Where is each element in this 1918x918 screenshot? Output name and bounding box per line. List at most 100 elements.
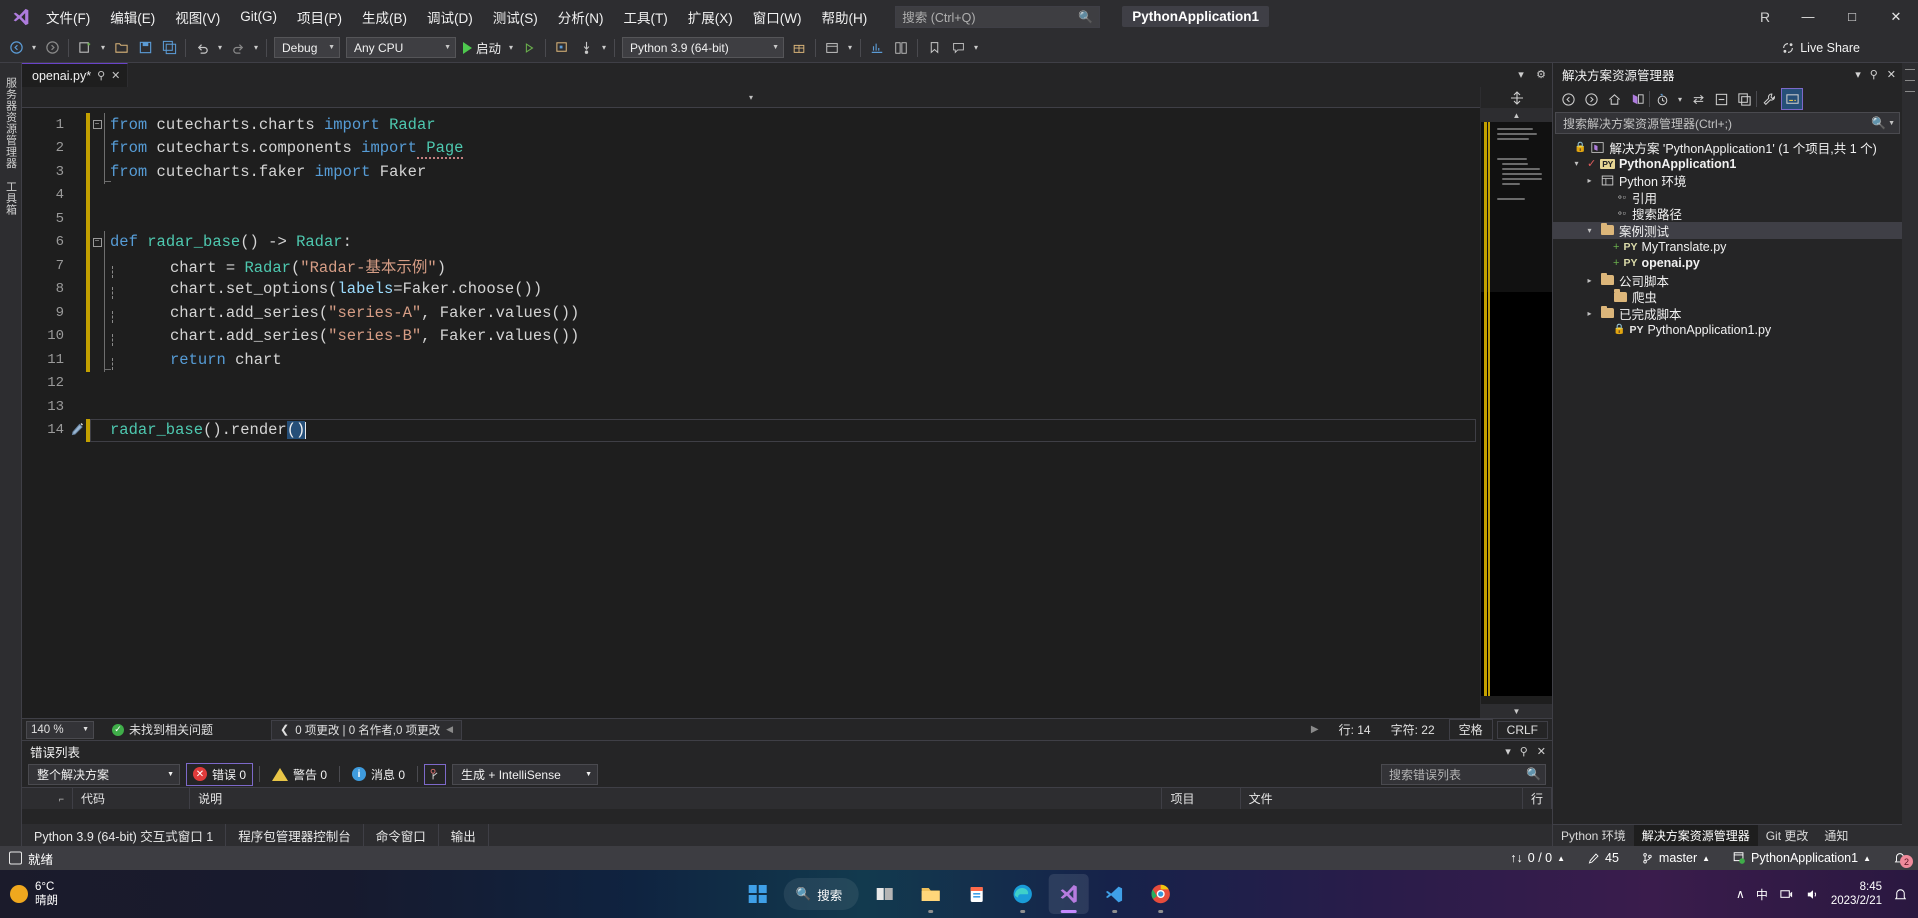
ime-indicator[interactable]: 中 xyxy=(1756,886,1768,903)
error-search-input[interactable]: 搜索错误列表 🔍 xyxy=(1381,763,1546,785)
tab-package-manager-console[interactable]: 程序包管理器控制台 xyxy=(226,824,364,846)
menu-item-window[interactable]: 窗口(W) xyxy=(743,0,812,33)
new-project-dropdown-icon[interactable]: ▾ xyxy=(97,43,109,52)
code-editor[interactable]: ▾ 1− from cutecharts.charts import Radar 2… xyxy=(22,87,1480,718)
menu-item-build[interactable]: 生成(B) xyxy=(352,0,417,33)
preview-selected-items-icon[interactable] xyxy=(1781,88,1803,110)
tab-list-dropdown-icon[interactable]: ▾ xyxy=(1512,65,1530,83)
code-line[interactable]: 11 return chart xyxy=(22,348,1480,372)
codelens-changes[interactable]: ❮ 0 项更改 | 0 名作者,0 项更改 ◀ xyxy=(271,719,463,740)
menu-item-view[interactable]: 视图(V) xyxy=(165,0,230,33)
glyph-margin[interactable] xyxy=(68,325,86,349)
show-all-files-icon[interactable] xyxy=(1733,88,1755,110)
clock[interactable]: 8:45 2023/2/21 xyxy=(1831,880,1882,909)
notification-center-icon[interactable] xyxy=(1893,887,1908,902)
back-dropdown-icon[interactable]: ▾ xyxy=(28,43,40,52)
minimap-scroll-up-icon[interactable]: ▲ xyxy=(1481,108,1552,122)
expander-icon[interactable]: ▾ xyxy=(1583,226,1596,235)
chrome-button[interactable] xyxy=(1140,874,1180,914)
taskbar-search[interactable]: 🔍 搜索 xyxy=(783,878,859,910)
redo-icon[interactable] xyxy=(226,36,250,60)
visual-studio-taskbar-button[interactable] xyxy=(1048,874,1089,914)
tree-node[interactable]: ▸ 公司脚本 xyxy=(1553,272,1902,289)
home-icon[interactable] xyxy=(1603,88,1625,110)
menu-item-tools[interactable]: 工具(T) xyxy=(614,0,678,33)
column-header-severity[interactable]: ⌐ xyxy=(22,788,74,809)
fold-margin[interactable]: − xyxy=(90,237,104,247)
repository[interactable]: PythonApplication1 ▲ xyxy=(1721,851,1882,865)
window-layout-icon[interactable] xyxy=(820,36,844,60)
glyph-margin[interactable] xyxy=(68,137,86,161)
code-text[interactable]: from cutecharts.charts import Radar xyxy=(106,116,436,134)
glyph-margin[interactable] xyxy=(68,348,86,372)
code-line[interactable]: 2 from cutecharts.components import Page xyxy=(22,136,1480,161)
tab-command-window[interactable]: 命令窗口 xyxy=(364,824,439,846)
code-text[interactable]: chart = Radar("Radar-基本示例") xyxy=(106,255,446,278)
issue-status[interactable]: ✓ 未找到相关问题 xyxy=(104,721,221,738)
tray-overflow-icon[interactable]: ∧ xyxy=(1736,887,1745,901)
glyph-margin[interactable] xyxy=(68,395,86,419)
pending-changes-icon[interactable] xyxy=(1651,88,1673,110)
save-all-icon[interactable] xyxy=(157,36,181,60)
glyph-margin[interactable] xyxy=(68,254,86,278)
expander-icon[interactable]: ▾ xyxy=(1570,159,1583,168)
glyph-margin[interactable] xyxy=(68,278,86,302)
tree-node[interactable]: + PY MyTranslate.py xyxy=(1553,239,1902,256)
performance-profiler-icon[interactable] xyxy=(865,36,889,60)
glyph-margin[interactable] xyxy=(68,231,86,255)
tree-node[interactable]: 🔒 解决方案 'PythonApplication1' (1 个项目,共 1 个) xyxy=(1553,139,1902,156)
navigate-backward-icon[interactable] xyxy=(4,36,28,60)
warnings-filter-button[interactable]: 警告 0 xyxy=(266,764,333,785)
code-text[interactable]: chart.set_options(labels=Faker.choose()) xyxy=(106,280,542,300)
solution-view-icon[interactable] xyxy=(1626,88,1648,110)
solution-explorer-search-input[interactable]: 搜索解决方案资源管理器(Ctrl+;) 🔍 ▼ xyxy=(1555,112,1900,134)
minimize-button[interactable]: — xyxy=(1786,0,1830,33)
expander-icon[interactable]: ▸ xyxy=(1583,309,1596,318)
split-dropdown-icon[interactable]: ▾ xyxy=(749,93,753,102)
attach-process-icon[interactable] xyxy=(550,36,574,60)
tree-node[interactable]: ▸ 已完成脚本 xyxy=(1553,305,1902,322)
open-file-icon[interactable] xyxy=(109,36,133,60)
menu-item-file[interactable]: 文件(F) xyxy=(36,0,100,33)
expand-icon[interactable]: ▶ xyxy=(1301,724,1329,735)
python-interpreter-combo[interactable]: Python 3.9 (64-bit) ▼ xyxy=(622,37,785,58)
solution-configuration-combo[interactable]: Debug ▼ xyxy=(274,37,340,58)
step-dropdown-icon[interactable]: ▾ xyxy=(598,43,610,52)
document-tab-openai[interactable]: openai.py* ⚲ ✕ xyxy=(22,63,129,87)
menu-item-git[interactable]: Git(G) xyxy=(230,0,287,33)
line-ending-indicator[interactable]: CRLF xyxy=(1496,720,1548,739)
tab-output[interactable]: 输出 xyxy=(439,824,489,846)
weather-widget[interactable]: 6°C 晴朗 xyxy=(0,880,58,909)
tree-node[interactable]: ▾ ✓ PY PythonApplication1 xyxy=(1553,156,1902,173)
filter-toggle-button[interactable] xyxy=(424,763,447,785)
live-share-button[interactable]: Live Share xyxy=(1781,41,1860,55)
glyph-margin[interactable] xyxy=(68,207,86,231)
back-icon[interactable] xyxy=(1557,88,1579,110)
glyph-margin[interactable] xyxy=(68,301,86,325)
code-line[interactable]: 1 − from cutecharts.charts import Radar xyxy=(22,113,1480,137)
column-header-code[interactable]: 代码 xyxy=(73,788,191,809)
start-button[interactable] xyxy=(738,874,778,914)
dropdown-icon[interactable]: ▾ xyxy=(1505,745,1511,758)
git-branch[interactable]: master ▲ xyxy=(1630,851,1721,865)
code-text[interactable]: chart.add_series("series-A", Faker.value… xyxy=(106,304,579,323)
code-text[interactable]: from cutecharts.components import Page xyxy=(106,139,464,160)
task-view-button[interactable] xyxy=(864,874,904,914)
start-debug-button[interactable]: 启动 xyxy=(459,37,505,59)
pin-icon[interactable]: ⚲ xyxy=(1870,68,1878,81)
minimap[interactable]: ▲ ▼ xyxy=(1480,87,1552,718)
navigate-forward-icon[interactable] xyxy=(40,36,64,60)
properties-wrench-icon[interactable] xyxy=(1758,88,1780,110)
rail-handle-icon-2[interactable] xyxy=(1905,80,1915,81)
code-line[interactable]: 12 xyxy=(22,372,1480,396)
menu-item-extensions[interactable]: 扩展(X) xyxy=(678,0,743,33)
fold-margin[interactable]: − xyxy=(90,120,104,130)
tab-notifications[interactable]: 通知 xyxy=(1816,825,1856,846)
undo-icon[interactable] xyxy=(190,36,214,60)
column-header-project[interactable]: 项目 xyxy=(1162,788,1241,809)
messages-filter-button[interactable]: i 消息 0 xyxy=(346,764,411,785)
gift-icon[interactable] xyxy=(787,36,811,60)
menu-item-debug[interactable]: 调试(D) xyxy=(417,0,483,33)
maximize-button[interactable]: □ xyxy=(1830,0,1874,33)
close-button[interactable]: ✕ xyxy=(1874,0,1918,33)
